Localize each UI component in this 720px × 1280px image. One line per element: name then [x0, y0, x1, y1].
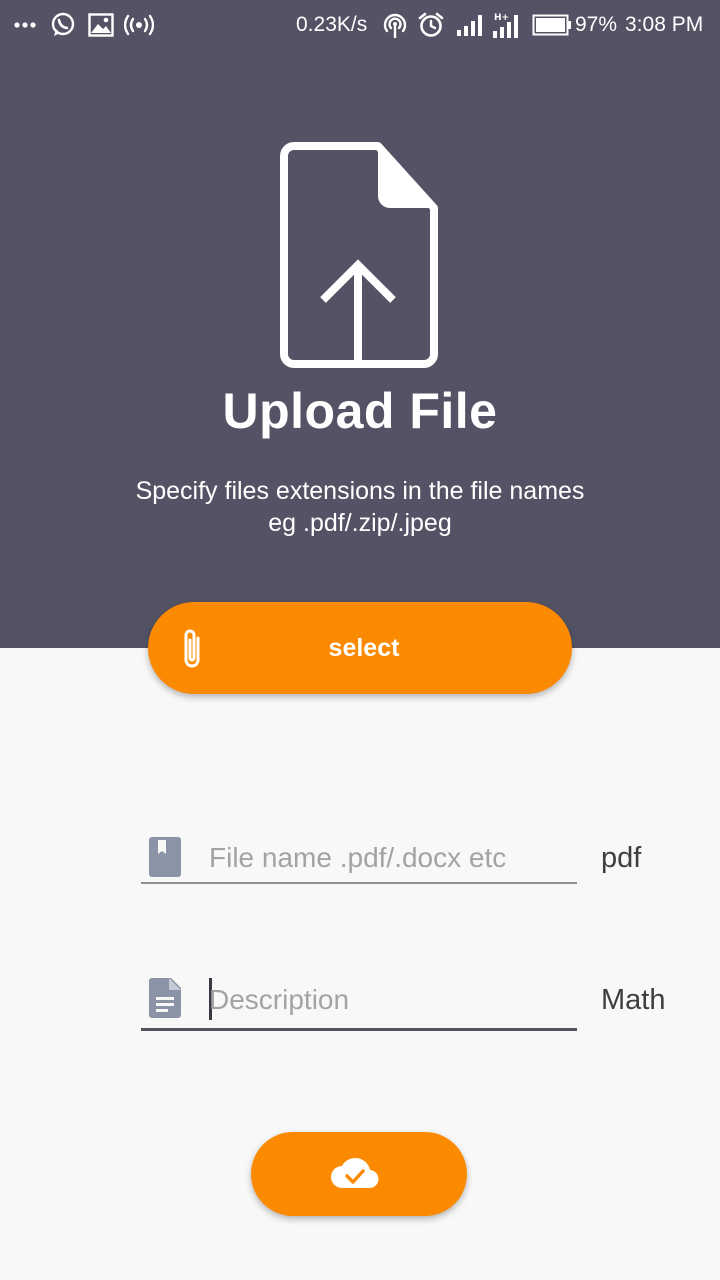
battery-percent: 97%: [575, 13, 618, 36]
bookmark-icon: [149, 837, 181, 877]
cloud-check-icon: [331, 1157, 379, 1189]
status-bar: 0.23K/s H+ 97% 3:08 PM: [0, 0, 720, 50]
clock: 3:08 PM: [625, 13, 704, 36]
svg-text:H+: H+: [494, 13, 509, 23]
alarm-icon: [418, 10, 444, 40]
file-name-field[interactable]: File name .pdf/.docx etc: [141, 834, 577, 886]
file-name-underline: [141, 882, 577, 884]
subject-label: Math: [601, 984, 666, 1016]
description-underline: [141, 1028, 577, 1031]
whatsapp-icon: [50, 10, 76, 40]
battery-icon: [532, 10, 572, 40]
hotspot-icon: [124, 10, 154, 40]
upload-button[interactable]: [251, 1132, 467, 1216]
upload-screen: 0.23K/s H+ 97% 3:08 PM Upload File Speci…: [0, 0, 720, 1280]
page-title: Upload File: [222, 383, 498, 439]
document-icon: [149, 978, 181, 1018]
select-file-button[interactable]: select: [148, 602, 572, 694]
file-type-label: pdf: [601, 842, 642, 874]
subtitle-line-2: eg .pdf/.zip/.jpeg: [268, 509, 452, 537]
nfc-icon: [382, 10, 408, 40]
file-name-input[interactable]: File name .pdf/.docx etc: [209, 842, 569, 874]
file-upload-icon: [280, 142, 438, 368]
description-field[interactable]: Description: [141, 972, 577, 1034]
network-speed: 0.23K/s: [296, 13, 368, 36]
signal-h-icon: H+: [492, 10, 522, 40]
gallery-icon: [88, 10, 114, 40]
header-panel: 0.23K/s H+ 97% 3:08 PM Upload File Speci…: [0, 0, 720, 648]
description-input[interactable]: Description: [209, 984, 569, 1016]
signal-icon: [456, 10, 486, 40]
select-button-label: select: [328, 634, 400, 662]
subtitle-line-1: Specify files extensions in the file nam…: [135, 477, 585, 505]
page-subtitle: Specify files extensions in the file nam…: [0, 475, 720, 539]
more-icon: [14, 10, 36, 40]
